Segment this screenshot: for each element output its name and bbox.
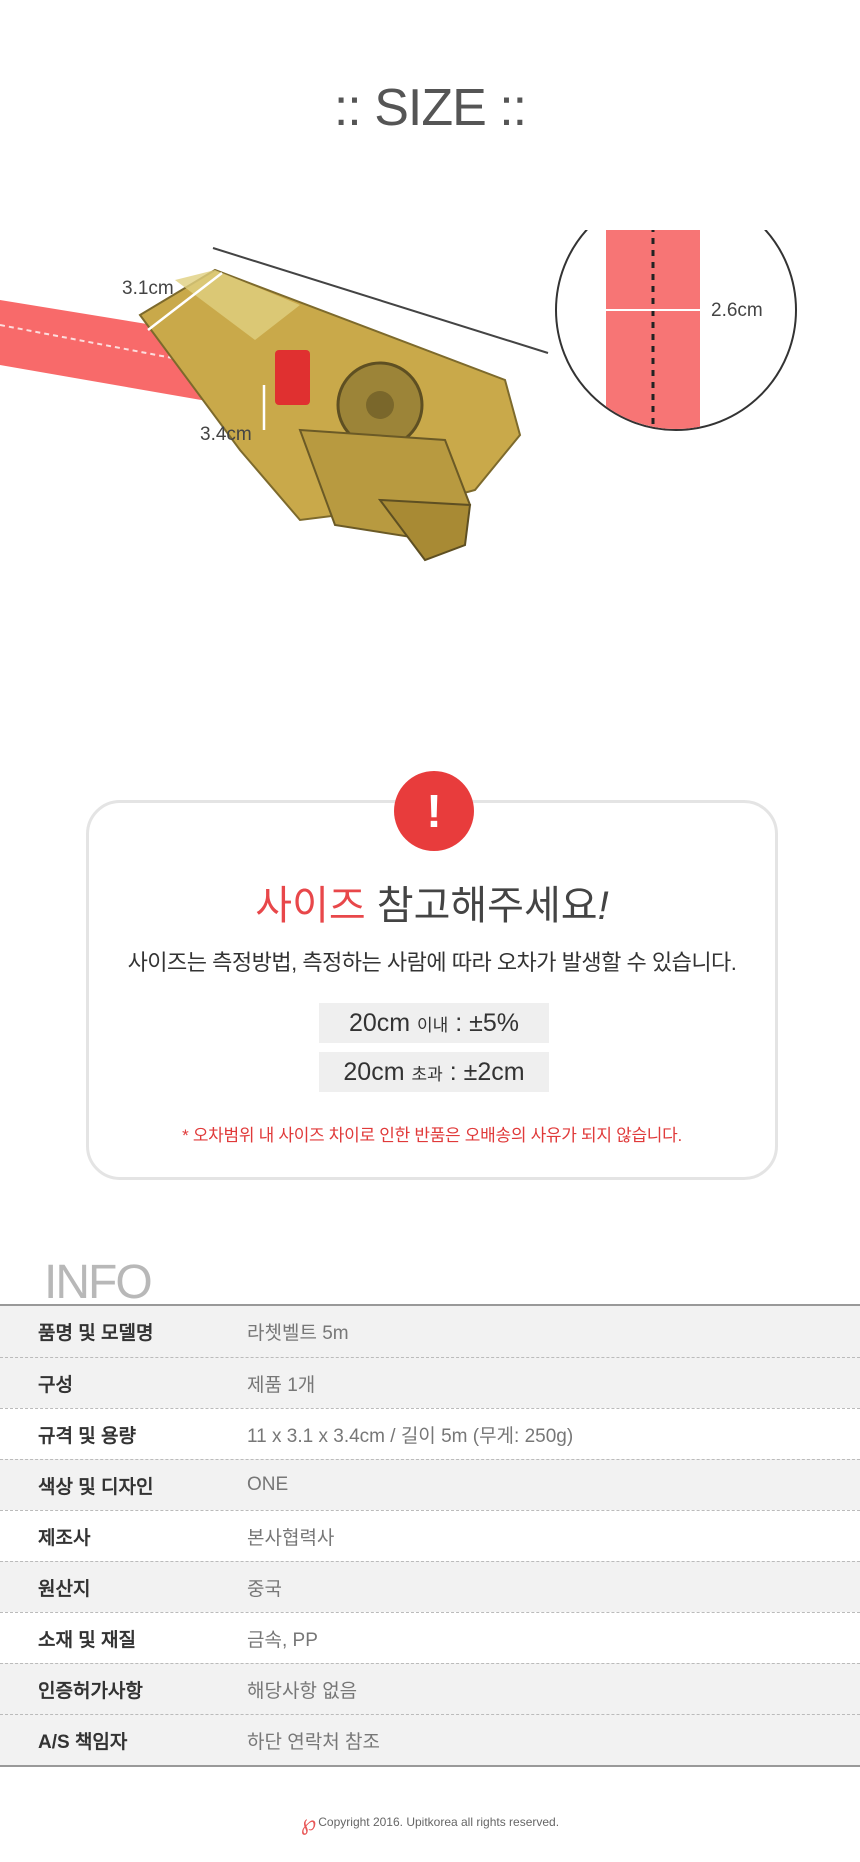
size-section-title: :: SIZE ::	[333, 79, 527, 137]
tolerance-value: : ±2cm	[442, 1058, 525, 1086]
info-key: 소재 및 재질	[38, 1629, 136, 1651]
product-size-illustration: 3.1cm 3.4cm 2.6cm	[0, 189, 860, 630]
footer: ℘ Copyright 2016. Upitkorea all rights re…	[0, 1810, 860, 1836]
notice-title-mark: !	[597, 884, 609, 928]
info-value: 본사협력사	[247, 1527, 335, 1549]
info-key: 색상 및 디자인	[38, 1476, 154, 1498]
copyright-text: Copyright 2016. Upitkorea all rights res…	[318, 1815, 560, 1830]
info-key: A/S 책임자	[38, 1731, 128, 1753]
strap-width-dimension-label: 2.6cm	[711, 300, 763, 321]
tolerance-condition: 초과	[411, 1065, 443, 1084]
brand-logo-icon: ℘	[300, 1810, 317, 1835]
tolerance-value: : ±5%	[448, 1009, 520, 1037]
table-row: 구성 제품 1개	[0, 1357, 860, 1408]
info-value: 하단 연락처 참조	[247, 1731, 380, 1753]
notice-title: 사이즈 참고해주세요!	[89, 873, 775, 931]
tolerance-row: 20cm 초과 : ±2cm	[319, 1052, 549, 1092]
info-key: 원산지	[38, 1578, 91, 1600]
exclamation-icon: !	[394, 771, 474, 851]
info-value: 라쳇벨트 5m	[247, 1323, 349, 1344]
tolerance-row: 20cm 이내 : ±5%	[319, 1003, 549, 1043]
info-section-title: INFO	[44, 1256, 153, 1309]
info-key: 인증허가사항	[38, 1680, 143, 1702]
table-row: 소재 및 재질 금속, PP	[0, 1612, 860, 1663]
table-row: 원산지 중국	[0, 1561, 860, 1612]
width-dimension-label: 3.1cm	[122, 278, 174, 299]
info-value: 11 x 3.1 x 3.4cm / 길이 5m (무게: 250g)	[247, 1425, 574, 1447]
info-key: 규격 및 용량	[38, 1425, 136, 1447]
info-table: 품명 및 모델명 라쳇벨트 5m 구성 제품 1개 규격 및 용량 11 x 3…	[0, 1304, 860, 1767]
notice-title-rest: 참고해주세요	[365, 884, 598, 928]
notice-warning: * 오차범위 내 사이즈 차이로 인한 반품은 오배송의 사유가 되지 않습니다…	[182, 1126, 682, 1145]
table-row: 규격 및 용량 11 x 3.1 x 3.4cm / 길이 5m (무게: 25…	[0, 1408, 860, 1459]
notice-description: 사이즈는 측정방법, 측정하는 사람에 따라 오차가 발생할 수 있습니다.	[127, 950, 737, 975]
notice-title-accent: 사이즈	[255, 884, 366, 928]
height-dimension-label: 3.4cm	[200, 424, 252, 445]
info-key: 제조사	[38, 1527, 91, 1549]
table-row: A/S 책임자 하단 연락처 참조	[0, 1714, 860, 1765]
info-value: ONE	[247, 1474, 289, 1495]
tolerance-size: 20cm	[348, 1009, 411, 1037]
info-value: 해당사항 없음	[247, 1680, 358, 1702]
spring-part	[275, 350, 310, 405]
tolerance-condition: 이내	[417, 1016, 449, 1035]
table-row: 인증허가사항 해당사항 없음	[0, 1663, 860, 1714]
table-row: 품명 및 모델명 라쳇벨트 5m	[0, 1306, 860, 1357]
table-row: 제조사 본사협력사	[0, 1510, 860, 1561]
tolerance-size: 20cm	[343, 1058, 405, 1086]
info-key: 구성	[38, 1374, 73, 1396]
info-value: 제품 1개	[247, 1374, 316, 1396]
table-row: 색상 및 디자인 ONE	[0, 1459, 860, 1510]
size-notice-box: 사이즈 참고해주세요! 사이즈는 측정방법, 측정하는 사람에 따라 오차가 발…	[86, 800, 778, 1180]
info-key: 품명 및 모델명	[38, 1323, 154, 1344]
info-value: 금속, PP	[247, 1629, 318, 1651]
info-value: 중국	[247, 1578, 282, 1600]
